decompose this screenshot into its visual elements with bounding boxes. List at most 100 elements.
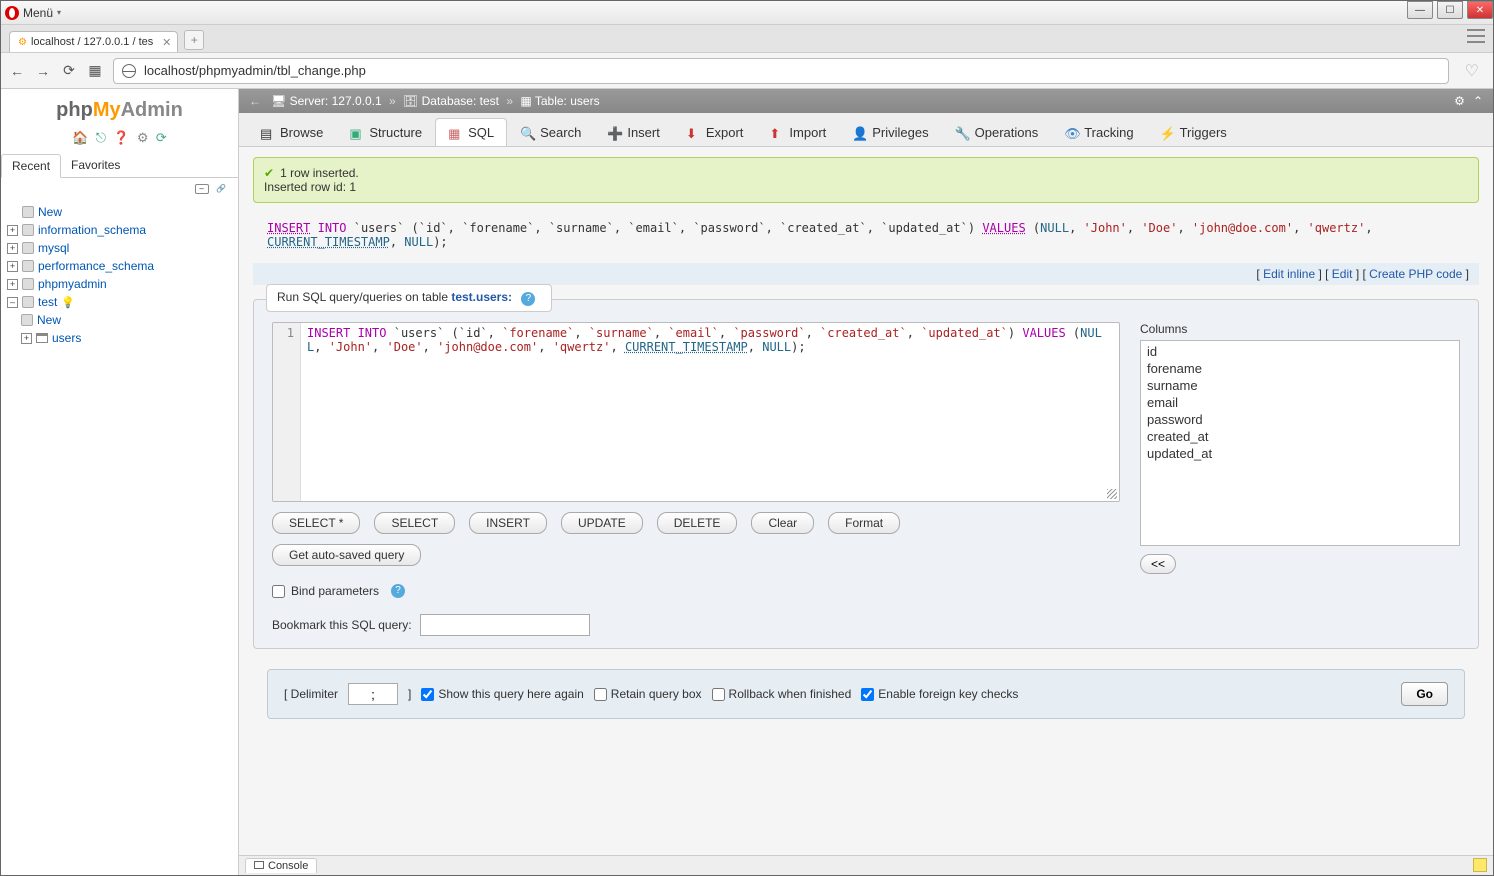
page-up-icon[interactable]: ⌃ xyxy=(1473,94,1483,108)
column-item[interactable]: password xyxy=(1145,411,1455,428)
link-icon[interactable]: 🔗 xyxy=(214,185,228,195)
delimiter-input[interactable] xyxy=(348,683,398,705)
nav-back-icon[interactable]: ← xyxy=(249,94,261,108)
tree-db[interactable]: +performance_schema xyxy=(7,257,232,275)
pma-logo[interactable]: phpMyAdmin xyxy=(1,95,238,126)
sidebar-tab-recent[interactable]: Recent xyxy=(1,154,61,178)
home-icon[interactable]: 🏠 xyxy=(72,130,88,145)
tree-table-users[interactable]: +users xyxy=(7,329,232,347)
url-input[interactable]: localhost/phpmyadmin/tbl_change.php xyxy=(113,58,1449,84)
update-button[interactable]: UPDATE xyxy=(561,512,643,534)
expander-icon[interactable]: + xyxy=(7,261,18,272)
tree-new[interactable]: New xyxy=(7,203,232,221)
tab-structure[interactable]: ▣Structure xyxy=(336,118,435,146)
expander-icon[interactable]: + xyxy=(7,243,18,254)
tab-insert[interactable]: ➕Insert xyxy=(594,118,673,146)
bc-db[interactable]: test xyxy=(480,94,499,108)
speed-dial-icon[interactable]: ▦ xyxy=(87,63,103,79)
tab-import[interactable]: ⬆Import xyxy=(756,118,839,146)
close-tab-icon[interactable]: ✕ xyxy=(162,36,171,49)
expander-icon[interactable]: + xyxy=(7,279,18,290)
create-php-link[interactable]: Create PHP code xyxy=(1369,267,1462,281)
help-icon[interactable]: ? xyxy=(521,292,535,306)
column-item[interactable]: email xyxy=(1145,394,1455,411)
format-button[interactable]: Format xyxy=(828,512,900,534)
sql-code[interactable]: INSERT INTO `users` (`id`, `forename`, `… xyxy=(301,323,1119,501)
bind-params-checkbox[interactable] xyxy=(272,585,285,598)
db-tree: New +information_schema +mysql +performa… xyxy=(1,197,238,353)
line-gutter: 1 xyxy=(273,323,301,501)
tab-tracking[interactable]: 👁Tracking xyxy=(1051,118,1146,146)
settings-icon[interactable]: ⚙ xyxy=(137,130,149,145)
tree-db[interactable]: +phpmyadmin xyxy=(7,275,232,293)
expander-icon[interactable]: + xyxy=(7,225,18,236)
browser-tab[interactable]: ⚙ localhost / 127.0.0.1 / tes ✕ xyxy=(9,31,178,52)
main-tabs: ▤Browse ▣Structure ▦SQL 🔍Search ➕Insert … xyxy=(239,113,1493,147)
bc-server[interactable]: 127.0.0.1 xyxy=(332,94,382,108)
sql-editor[interactable]: 1 INSERT INTO `users` (`id`, `forename`,… xyxy=(272,322,1120,502)
console-bar[interactable]: Console xyxy=(239,855,1493,875)
tracking-icon: 👁 xyxy=(1064,126,1078,140)
db-icon xyxy=(22,242,34,254)
fk-checkbox[interactable] xyxy=(861,688,874,701)
delete-button[interactable]: DELETE xyxy=(657,512,738,534)
rollback-checkbox[interactable] xyxy=(712,688,725,701)
tab-export[interactable]: ⬇Export xyxy=(673,118,757,146)
tab-browse[interactable]: ▤Browse xyxy=(247,118,336,146)
tree-db[interactable]: +information_schema xyxy=(7,221,232,239)
maximize-button[interactable]: ☐ xyxy=(1437,1,1463,19)
titlebar: Menü ▾ — ☐ ✕ xyxy=(1,1,1493,25)
expander-icon[interactable]: + xyxy=(21,333,32,344)
tree-db-test[interactable]: –test💡 xyxy=(7,293,232,311)
reload-nav-icon[interactable]: ⟳ xyxy=(156,130,167,145)
retain-checkbox[interactable] xyxy=(594,688,607,701)
edit-links: [ Edit inline ] [ Edit ] [ Create PHP co… xyxy=(253,263,1479,285)
bookmark-heart-icon[interactable]: ♡ xyxy=(1459,61,1485,81)
close-window-button[interactable]: ✕ xyxy=(1467,1,1493,19)
insert-column-button[interactable]: << xyxy=(1140,554,1176,574)
edit-link[interactable]: Edit xyxy=(1332,267,1353,281)
page-settings-icon[interactable]: ⚙ xyxy=(1454,94,1465,108)
edit-inline-link[interactable]: Edit inline xyxy=(1263,267,1315,281)
check-icon: ✔ xyxy=(264,166,274,180)
column-item[interactable]: created_at xyxy=(1145,428,1455,445)
select-star-button[interactable]: SELECT * xyxy=(272,512,360,534)
notification-icon[interactable] xyxy=(1473,858,1487,872)
docs-icon[interactable]: ❓ xyxy=(113,130,129,145)
browser-menu[interactable]: Menü ▾ xyxy=(5,6,61,20)
insert-button[interactable]: INSERT xyxy=(469,512,547,534)
hamburger-icon[interactable] xyxy=(1467,29,1485,43)
tab-search[interactable]: 🔍Search xyxy=(507,118,594,146)
sidebar: phpMyAdmin 🏠 ⎋ ❓ ⚙ ⟳ Recent Favorites – … xyxy=(1,89,239,875)
column-item[interactable]: id xyxy=(1145,343,1455,360)
tab-privileges[interactable]: 👤Privileges xyxy=(839,118,941,146)
tree-db[interactable]: +mysql xyxy=(7,239,232,257)
bc-table[interactable]: users xyxy=(570,94,599,108)
tab-operations[interactable]: 🔧Operations xyxy=(942,118,1052,146)
back-button[interactable]: ← xyxy=(9,63,25,79)
tree-new-table[interactable]: New xyxy=(7,311,232,329)
select-button[interactable]: SELECT xyxy=(374,512,455,534)
forward-button[interactable]: → xyxy=(35,63,51,79)
reload-button[interactable]: ⟳ xyxy=(61,63,77,79)
column-item[interactable]: updated_at xyxy=(1145,445,1455,462)
db-icon xyxy=(22,206,34,218)
resize-handle-icon[interactable] xyxy=(1107,489,1117,499)
collapse-tree-icon[interactable]: – xyxy=(195,184,209,194)
logout-icon[interactable]: ⎋ xyxy=(96,130,106,145)
column-item[interactable]: surname xyxy=(1145,377,1455,394)
get-autosaved-button[interactable]: Get auto-saved query xyxy=(272,544,421,566)
bookmark-input[interactable] xyxy=(420,614,590,636)
help-icon[interactable]: ? xyxy=(391,584,405,598)
clear-button[interactable]: Clear xyxy=(751,512,814,534)
column-item[interactable]: forename xyxy=(1145,360,1455,377)
collapse-icon[interactable]: – xyxy=(7,297,18,308)
show-again-checkbox[interactable] xyxy=(421,688,434,701)
go-button[interactable]: Go xyxy=(1401,682,1448,706)
new-tab-button[interactable]: + xyxy=(184,30,204,50)
columns-list[interactable]: id forename surname email password creat… xyxy=(1140,340,1460,546)
sidebar-tab-favorites[interactable]: Favorites xyxy=(61,154,130,177)
tab-triggers[interactable]: ⚡Triggers xyxy=(1147,118,1240,146)
minimize-button[interactable]: — xyxy=(1407,1,1433,19)
tab-sql[interactable]: ▦SQL xyxy=(435,118,507,146)
